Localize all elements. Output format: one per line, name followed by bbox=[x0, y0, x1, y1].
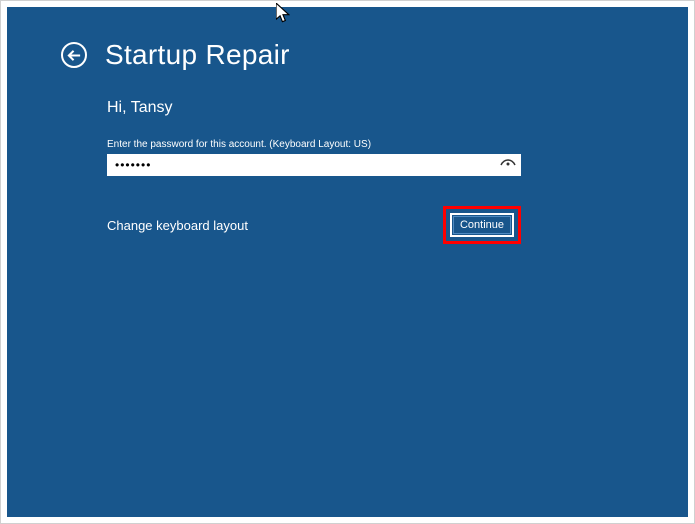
startup-repair-screen: Startup Repair Hi, Tansy Enter the passw… bbox=[7, 7, 688, 517]
content-area: Hi, Tansy Enter the password for this ac… bbox=[7, 71, 688, 244]
arrow-left-icon bbox=[67, 48, 82, 63]
greeting-text: Hi, Tansy bbox=[107, 99, 608, 117]
password-row bbox=[107, 154, 521, 176]
window-frame: Startup Repair Hi, Tansy Enter the passw… bbox=[0, 0, 695, 524]
back-button[interactable] bbox=[61, 42, 87, 68]
page-title: Startup Repair bbox=[105, 39, 290, 71]
password-input[interactable] bbox=[107, 154, 521, 176]
password-instruction: Enter the password for this account. (Ke… bbox=[107, 139, 608, 150]
eye-icon bbox=[500, 159, 516, 171]
reveal-password-button[interactable] bbox=[499, 156, 517, 174]
continue-highlight-box: Continue bbox=[443, 206, 521, 244]
header: Startup Repair bbox=[7, 7, 688, 71]
change-keyboard-layout-link[interactable]: Change keyboard layout bbox=[107, 218, 248, 233]
action-row: Change keyboard layout Continue bbox=[107, 206, 521, 244]
continue-button[interactable]: Continue bbox=[450, 213, 514, 237]
